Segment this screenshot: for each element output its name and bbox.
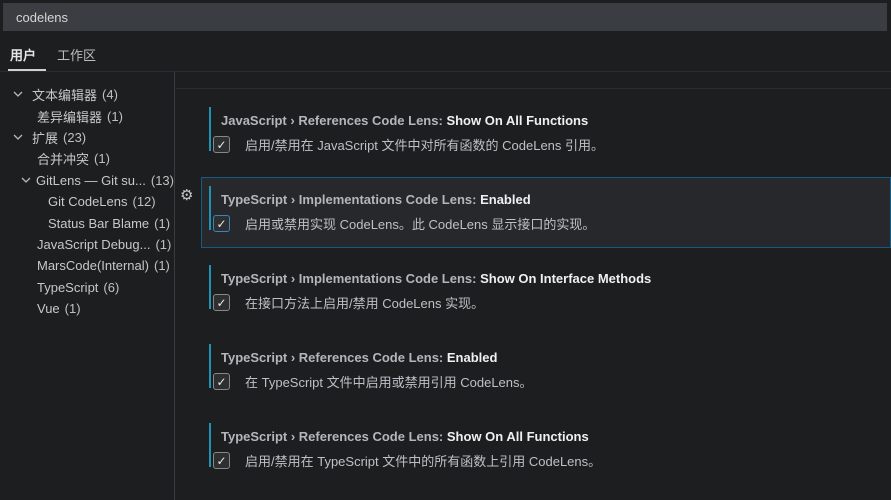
chevron-down-icon[interactable] [13, 91, 27, 98]
toc-item-label: 扩展 [32, 130, 59, 146]
setting-row[interactable]: TypeScript › References Code Lens: Enabl… [201, 335, 891, 406]
toc-item-label: 文本编辑器 [32, 88, 98, 104]
setting-row[interactable]: ⚙ TypeScript › Implementations Code Lens:… [180, 177, 891, 248]
modified-indicator [209, 186, 211, 230]
setting-title: TypeScript › Implementations Code Lens: … [221, 270, 891, 287]
toc-item-label: TypeScript [37, 279, 99, 295]
modified-indicator [209, 107, 211, 151]
toc-item-count: (1) [94, 151, 110, 167]
setting-checkbox[interactable]: ✓ [213, 294, 230, 311]
toc-item-label: Git CodeLens [48, 194, 128, 210]
setting-row[interactable]: TypeScript › Implementations Code Lens: … [201, 256, 891, 327]
tab-workspace[interactable]: 工作区 [57, 45, 96, 64]
toc-item-count: (1) [154, 215, 171, 231]
setting-checkbox[interactable]: ✓ [213, 452, 230, 469]
toc-item-label: 差异编辑器 [37, 109, 103, 125]
setting-category: TypeScript › References Code Lens: [221, 429, 444, 444]
toc-item[interactable]: 差异编辑器 (1) [0, 105, 174, 126]
toc-item-count: (6) [103, 279, 120, 295]
setting-title: TypeScript › References Code Lens: Show … [221, 428, 891, 445]
toc-item-count: (4) [102, 87, 118, 103]
setting-name: Enabled [480, 192, 531, 207]
settings-search-bar [3, 3, 887, 31]
toc-item[interactable]: 合并冲突 (1) [0, 148, 174, 169]
setting-checkbox[interactable]: ✓ [213, 373, 230, 390]
chevron-down-icon[interactable] [21, 177, 31, 184]
toc-item[interactable]: JavaScript Debug... (1) [0, 234, 174, 255]
setting-description: 在 TypeScript 文件中启用或禁用引用 CodeLens。 [245, 375, 533, 390]
setting-title: TypeScript › Implementations Code Lens: … [221, 191, 890, 208]
toc-item-count: (12) [132, 194, 156, 210]
modified-indicator [209, 423, 211, 467]
tab-user[interactable]: 用户 [10, 45, 36, 64]
setting-row[interactable]: TypeScript › References Code Lens: Show … [201, 414, 891, 485]
setting-title: JavaScript › References Code Lens: Show … [221, 112, 891, 129]
setting-category: TypeScript › Implementations Code Lens: [221, 271, 477, 286]
setting-checkbox[interactable]: ✓ [213, 136, 230, 153]
toc-item-label: Vue [37, 301, 60, 317]
toc-item[interactable]: 扩展 (23) [0, 127, 174, 148]
settings-list-divider [176, 88, 891, 89]
toc-item[interactable]: TypeScript (6) [0, 277, 174, 298]
setting-description: 在接口方法上启用/禁用 CodeLens 实现。 [245, 296, 485, 311]
setting-category: TypeScript › Implementations Code Lens: [221, 192, 477, 207]
setting-row[interactable]: JavaScript › References Code Lens: Show … [201, 98, 891, 169]
setting-value-row: ✓ 启用/禁用在 JavaScript 文件中对所有函数的 CodeLens 引用… [213, 135, 891, 154]
toc-item-count: (13) [150, 172, 174, 188]
setting-name: Show On Interface Methods [480, 271, 652, 286]
toc-item-count: (1) [154, 258, 170, 274]
toc-item[interactable]: MarsCode(Internal) (1) [0, 255, 174, 276]
setting-description: 启用/禁用在 JavaScript 文件中对所有函数的 CodeLens 引用。 [245, 138, 605, 153]
active-tab-underline [8, 69, 46, 71]
toc-item-label: GitLens — Git su... [36, 172, 146, 188]
toc-item-count: (1) [107, 108, 123, 124]
modified-indicator [209, 265, 211, 309]
setting-name: Enabled [446, 350, 498, 365]
toc-item[interactable]: Status Bar Blame (1) [0, 212, 174, 233]
toc-item-label: JavaScript Debug... [37, 236, 151, 252]
setting-value-row: ✓ 启用/禁用在 TypeScript 文件中的所有函数上引用 CodeLens。 [213, 451, 891, 470]
toc-item-count: (23) [63, 129, 87, 145]
modified-indicator [209, 344, 211, 388]
setting-description: 启用或禁用实现 CodeLens。此 CodeLens 显示接口的实现。 [245, 217, 596, 232]
toc-item-label: Status Bar Blame [48, 215, 150, 231]
toc-item-count: (1) [64, 301, 81, 317]
toc-item-count: (1) [155, 236, 172, 252]
setting-description: 启用/禁用在 TypeScript 文件中的所有函数上引用 CodeLens。 [245, 454, 602, 469]
settings-toc-tree: 文本编辑器 (4) 差异编辑器 (1) 扩展 (23) 合并冲突 (1) GitLens — G… [0, 72, 175, 500]
settings-scope-tabbar: 用户 工作区 [0, 31, 891, 72]
setting-name: Show On All Functions [446, 429, 589, 444]
toc-item-label: 合并冲突 [37, 152, 90, 168]
settings-list: JavaScript › References Code Lens: Show … [176, 72, 891, 500]
setting-value-row: ✓ 在接口方法上启用/禁用 CodeLens 实现。 [213, 293, 891, 312]
chevron-down-icon[interactable] [13, 134, 27, 141]
toc-item[interactable]: Vue (1) [0, 298, 174, 319]
setting-checkbox[interactable]: ✓ [213, 215, 230, 232]
setting-category: TypeScript › References Code Lens: [221, 350, 444, 365]
toc-item[interactable]: GitLens — Git su... (13) [0, 170, 174, 191]
setting-value-row: ✓ 启用或禁用实现 CodeLens。此 CodeLens 显示接口的实现。 [213, 214, 890, 233]
settings-editor: 用户 工作区 文本编辑器(4)差异编辑器(1)扩展(23)合并冲突(1)GitL… [0, 0, 891, 500]
settings-search-input[interactable] [3, 3, 887, 31]
setting-title: TypeScript › References Code Lens: Enabl… [221, 349, 891, 366]
setting-value-row: ✓ 在 TypeScript 文件中启用或禁用引用 CodeLens。 [213, 372, 891, 391]
toc-item-label: MarsCode(Internal) [37, 258, 149, 274]
setting-name: Show On All Functions [446, 113, 589, 128]
toc-item[interactable]: 文本编辑器 (4) [0, 84, 174, 105]
gear-icon[interactable]: ⚙ [180, 188, 193, 203]
toc-item[interactable]: Git CodeLens (12) [0, 191, 174, 212]
setting-category: JavaScript › References Code Lens: [221, 113, 443, 128]
